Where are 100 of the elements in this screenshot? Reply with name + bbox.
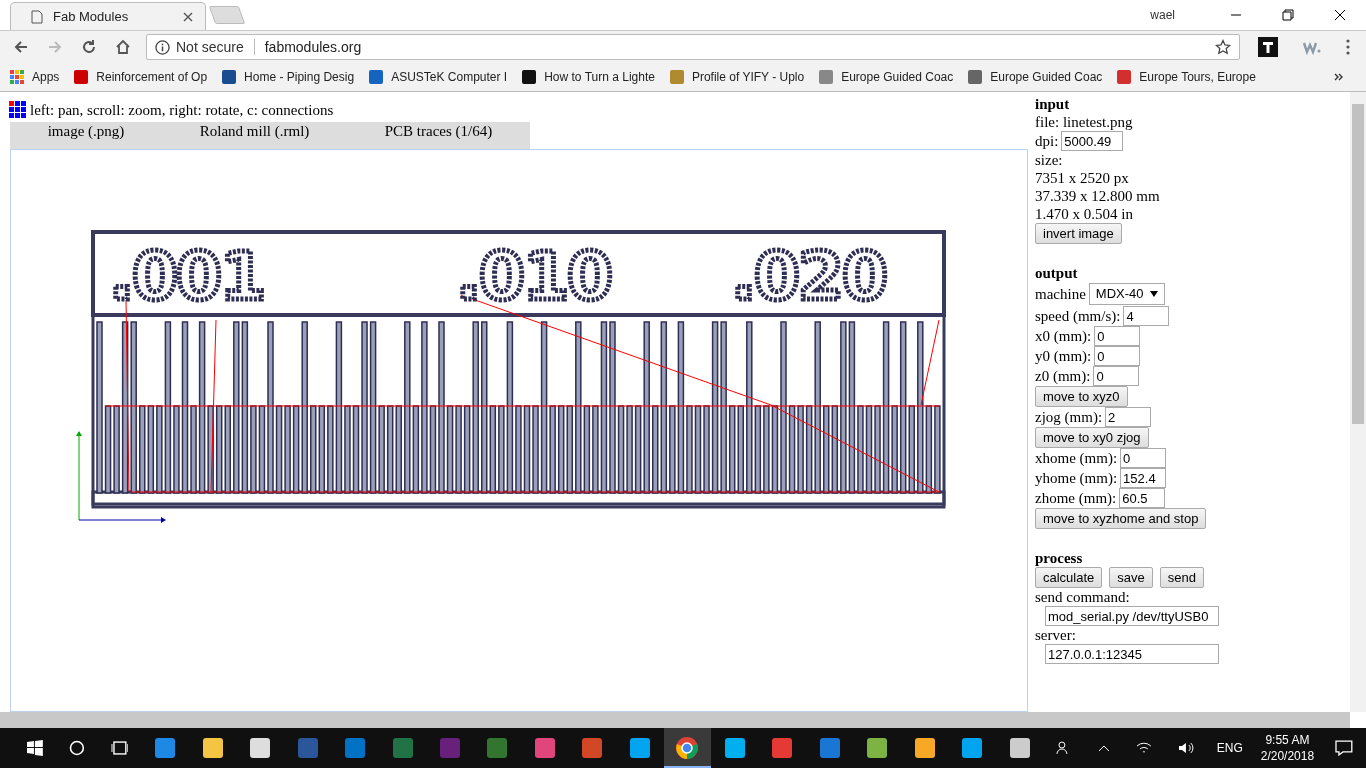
- number-field[interactable]: 2: [1105, 407, 1152, 427]
- taskbar-app[interactable]: [663, 728, 712, 768]
- contour-label: .020: [731, 238, 886, 315]
- chevron-up-icon[interactable]: [1098, 744, 1111, 752]
- task-view-icon[interactable]: [110, 740, 129, 756]
- field-label: zhome (mm):: [1035, 489, 1117, 507]
- wifi-icon[interactable]: [1136, 742, 1152, 754]
- action-button[interactable]: move to xy0 zjog: [1035, 427, 1149, 448]
- app-icon: [722, 736, 747, 760]
- bookmark[interactable]: Profile of YIFY - Uplo: [668, 69, 805, 85]
- bookmark[interactable]: ASUSTeK Computer I: [368, 69, 508, 85]
- bookmark[interactable]: How to Turn a Lighte: [521, 69, 655, 85]
- extension-icon[interactable]: [1258, 37, 1278, 57]
- app-icon: [485, 736, 510, 760]
- site-icon: [967, 69, 984, 85]
- dpi-field[interactable]: 5000.49: [1061, 131, 1124, 151]
- server-field[interactable]: 127.0.0.1:12345: [1045, 644, 1219, 664]
- reload-icon[interactable]: [81, 39, 97, 55]
- section-heading: process: [1035, 549, 1083, 567]
- site-icon: [521, 69, 538, 85]
- site-icon: [1116, 69, 1133, 85]
- step-label[interactable]: PCB traces (1/64): [374, 123, 503, 149]
- canvas-area[interactable]: .001 .010 .020: [10, 149, 1028, 712]
- more-bookmarks-icon[interactable]: [1334, 73, 1344, 81]
- dropdown-arrow-icon: [1149, 291, 1158, 297]
- app-icon: [153, 736, 178, 760]
- volume-icon[interactable]: [1177, 742, 1194, 754]
- app-icon: [960, 736, 985, 760]
- number-field[interactable]: 0: [1120, 448, 1167, 468]
- number-field[interactable]: 0: [1094, 346, 1141, 366]
- start-icon[interactable]: [27, 740, 43, 756]
- app-icon: [627, 736, 652, 760]
- section-heading: input: [1035, 95, 1070, 113]
- close-icon[interactable]: [183, 11, 193, 22]
- horizontal-scrollbar[interactable]: [0, 712, 1350, 728]
- field-label: speed (mm/s):: [1035, 307, 1121, 325]
- menu-icon[interactable]: [1346, 39, 1350, 55]
- bookmark[interactable]: Reinforcement of Op: [73, 69, 208, 85]
- field-label: size:: [1035, 151, 1063, 169]
- site-icon: [221, 69, 238, 85]
- app-icon: [295, 736, 320, 760]
- bookmark[interactable]: Europe Guided Coac: [818, 69, 954, 85]
- size-value: 37.339 x 12.800 mm: [1035, 187, 1160, 205]
- clock[interactable]: 9:55 AM 2/20/2018: [1260, 732, 1315, 764]
- size-value: 7351 x 2520 px: [1035, 169, 1129, 187]
- language-indicator[interactable]: ENG: [1216, 741, 1243, 755]
- number-field[interactable]: 0: [1093, 366, 1140, 386]
- app-icon: [580, 736, 605, 760]
- notification-icon[interactable]: [1335, 740, 1353, 756]
- site-icon: [73, 69, 90, 85]
- app-icon: [770, 736, 795, 760]
- section-heading: output: [1035, 264, 1078, 282]
- bookmark[interactable]: Home - Piping Desig: [221, 69, 355, 85]
- process-button[interactable]: calculate: [1035, 567, 1103, 588]
- app-icon: [865, 736, 890, 760]
- info-icon[interactable]: [155, 39, 170, 55]
- app-icon: [390, 736, 415, 760]
- vertical-scrollbar[interactable]: [1350, 92, 1366, 712]
- app-icon: [438, 736, 462, 760]
- command-field[interactable]: mod_serial.py /dev/ttyUSB0: [1045, 606, 1219, 626]
- number-field[interactable]: 152.4: [1120, 468, 1167, 488]
- field-label: x0 (mm):: [1035, 327, 1092, 345]
- close-icon[interactable]: [1334, 9, 1346, 21]
- app-icon: [1007, 736, 1032, 760]
- action-button[interactable]: move to xyzhome and stop: [1035, 508, 1207, 529]
- action-button[interactable]: move to xyz0: [1035, 386, 1128, 407]
- file-name: file: linetest.png: [1035, 113, 1133, 131]
- step-label[interactable]: image (.png): [37, 123, 135, 149]
- bookmark[interactable]: Europe Guided Coac: [967, 69, 1103, 85]
- page-icon: [31, 9, 43, 24]
- app-icon: [817, 736, 842, 760]
- address-bar[interactable]: Not secure fabmodules.org: [146, 34, 1240, 60]
- back-icon[interactable]: [13, 39, 29, 55]
- field-label: zjog (mm):: [1035, 408, 1103, 426]
- url-text: fabmodules.org: [264, 39, 363, 55]
- process-button[interactable]: send: [1159, 567, 1204, 588]
- field-label: server:: [1035, 626, 1076, 644]
- field-label: send command:: [1035, 588, 1130, 606]
- field-label: xhome (mm):: [1035, 449, 1118, 467]
- profile-name[interactable]: wael: [1150, 8, 1175, 22]
- site-icon: [368, 69, 385, 85]
- app-icon: [675, 736, 700, 760]
- field-label: y0 (mm):: [1035, 347, 1092, 365]
- home-icon[interactable]: [115, 39, 131, 55]
- restore-icon[interactable]: [1282, 9, 1294, 21]
- invert-button[interactable]: invert image: [1035, 223, 1122, 244]
- number-field[interactable]: 60.5: [1119, 488, 1166, 508]
- app-icon: [343, 736, 368, 760]
- number-field[interactable]: 0: [1094, 326, 1141, 346]
- number-field[interactable]: 4: [1123, 306, 1170, 326]
- step-label[interactable]: Roland mill (.rml): [189, 123, 320, 149]
- app-icon: [200, 736, 225, 760]
- search-icon[interactable]: [68, 740, 85, 756]
- bookmark[interactable]: Apps: [10, 69, 60, 85]
- browser-tab[interactable]: Fab Modules: [10, 2, 206, 30]
- controls-hint: left: pan, scroll: zoom, right: rotate, c: connections: [30, 101, 334, 119]
- bookmark[interactable]: Europe Tours, Europe: [1116, 69, 1256, 85]
- machine-dropdown[interactable]: MDX-40: [1088, 283, 1165, 305]
- star-icon[interactable]: [1215, 39, 1231, 55]
- process-button[interactable]: save: [1109, 567, 1153, 588]
